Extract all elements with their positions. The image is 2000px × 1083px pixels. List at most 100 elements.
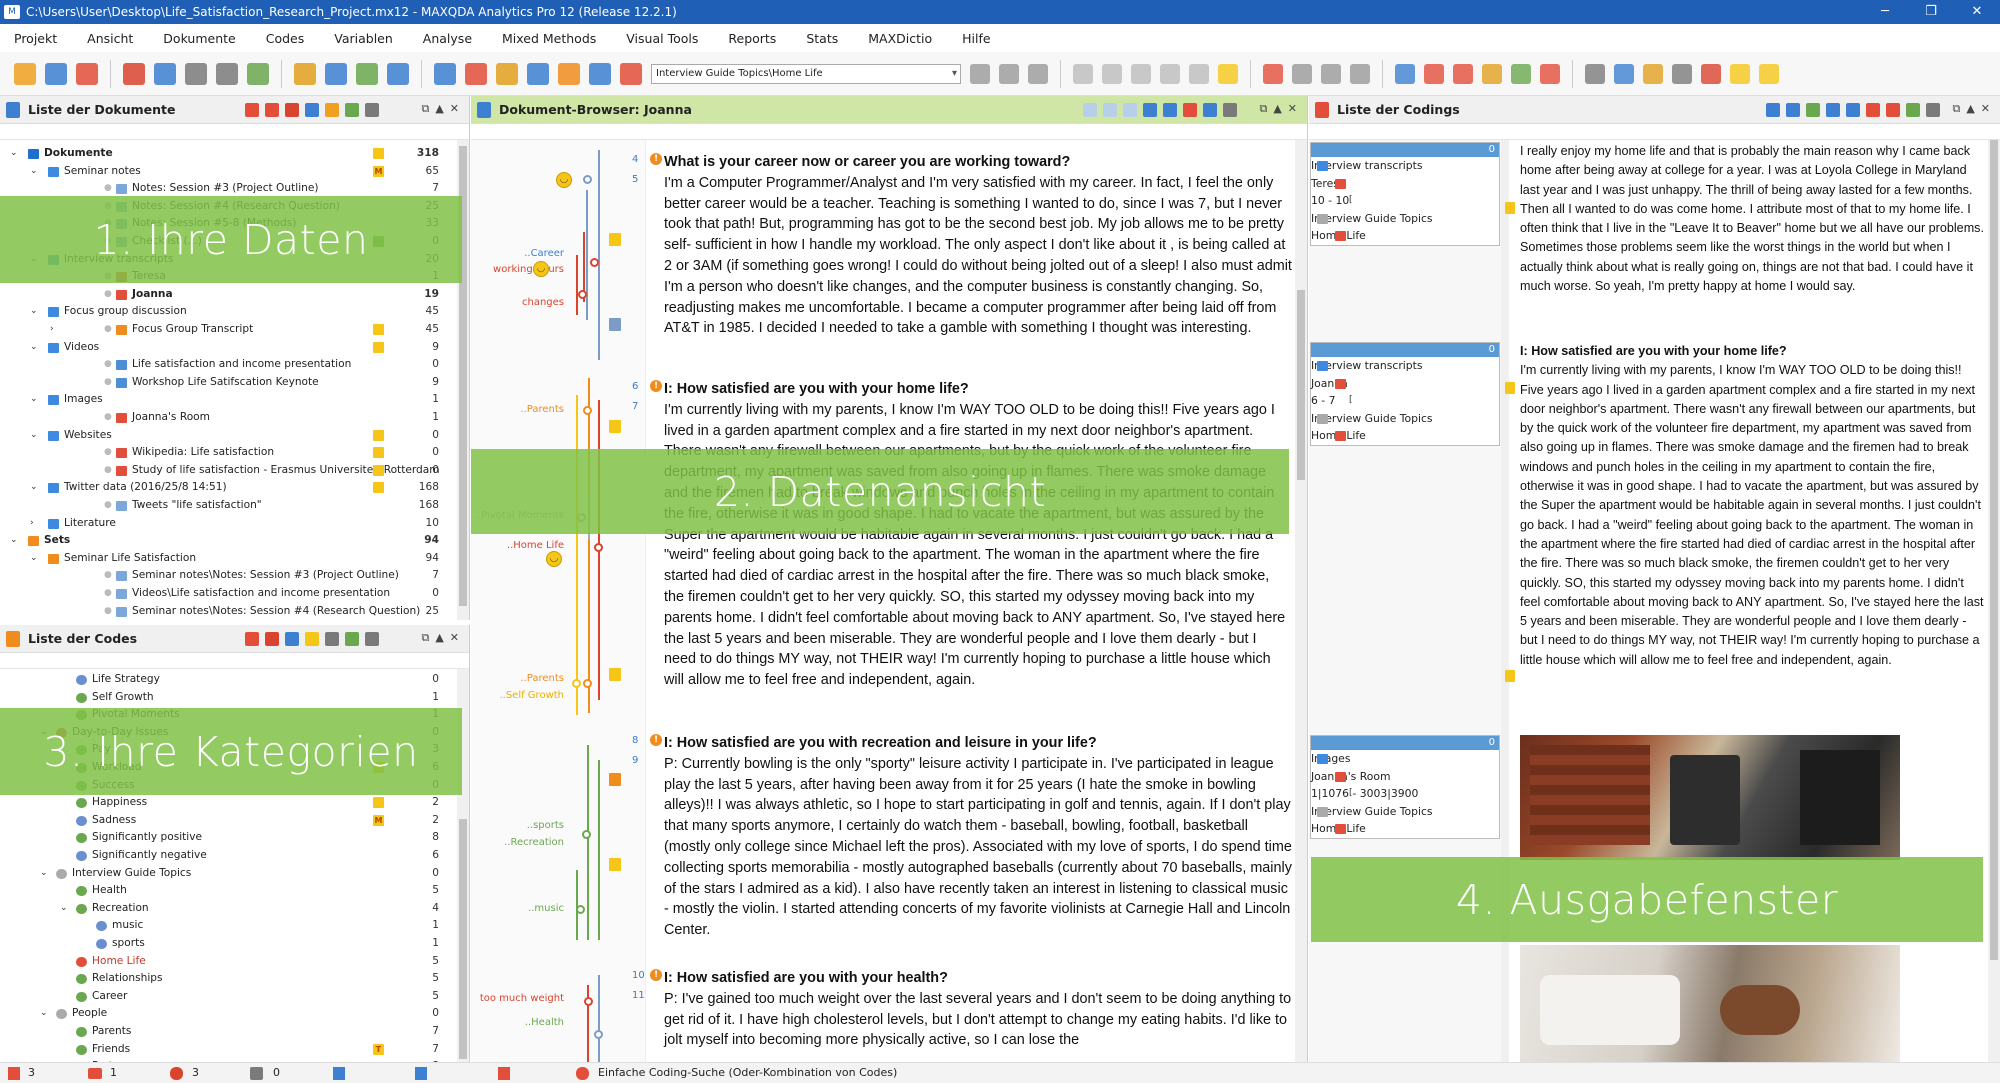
toolbar-icon-11[interactable] xyxy=(356,62,378,85)
code-tree-item[interactable]: sports 1 xyxy=(0,935,457,953)
page-icon[interactable] xyxy=(1123,103,1137,117)
codings-window-controls[interactable]: ⧉▲✕ xyxy=(1952,102,1996,116)
paragraph-memo-icon[interactable]: ! xyxy=(650,380,662,392)
toolbar-tool-icon-25[interactable] xyxy=(1730,63,1750,84)
code-stripe[interactable] xyxy=(587,745,589,940)
document-tree-item[interactable]: ⌄ Videos 9 xyxy=(0,339,457,357)
code-stripe-node[interactable] xyxy=(590,258,599,267)
code-memo-icon[interactable]: T xyxy=(373,1043,384,1055)
memo-icon[interactable] xyxy=(609,668,621,681)
code-stripe[interactable] xyxy=(598,150,600,360)
codings-search-icon[interactable] xyxy=(1926,103,1940,117)
code-tree-item[interactable]: Friends T 7 xyxy=(0,1041,457,1059)
code-memo-icon[interactable]: M xyxy=(373,814,384,826)
zoom-in-icon[interactable] xyxy=(1083,103,1097,117)
document-tree-item[interactable]: ⌄ Seminar Life Satisfaction 94 xyxy=(0,550,457,568)
document-browser-scrollbar[interactable] xyxy=(1295,140,1307,1062)
html-icon[interactable] xyxy=(1846,103,1860,117)
coding-origin-line[interactable]: Images xyxy=(1311,750,1499,768)
code-stripe-label[interactable]: ..Career xyxy=(524,248,564,259)
code-stripe[interactable] xyxy=(576,395,578,715)
expand-toggle-icon[interactable]: › xyxy=(30,515,34,533)
segment-memo-icon[interactable] xyxy=(1505,202,1515,214)
coding-origin-line[interactable]: Home Life xyxy=(1311,227,1499,245)
toolbar-icon-17[interactable] xyxy=(558,62,580,85)
document-tree-item[interactable]: ● Seminar notes\Notes: Session #4 (Resear… xyxy=(0,603,457,620)
toolbar-icon-6[interactable] xyxy=(185,62,207,85)
toolbar-icon-18[interactable] xyxy=(589,62,611,85)
toolbar-tool-icon-4[interactable] xyxy=(1073,63,1093,84)
segment-memo-icon[interactable] xyxy=(1505,670,1515,682)
toolbar-icon-1[interactable] xyxy=(14,62,36,85)
memo-icon[interactable] xyxy=(609,858,621,871)
code-tree-item[interactable]: ⌄ Recreation 4 xyxy=(0,900,457,918)
code-stripe[interactable] xyxy=(588,378,590,713)
code-matrix-icon[interactable] xyxy=(325,632,339,646)
coding-origin-box[interactable]: 0 Images Joanna's Room[1|1076 - 3003|3900 I… xyxy=(1310,735,1500,839)
coding-origin-line[interactable]: [10 - 10 xyxy=(1311,192,1499,210)
code-tree-item[interactable]: Self Growth 1 xyxy=(0,689,457,707)
code-stripe-label[interactable]: ..Home Life xyxy=(507,540,564,551)
code-stripe-label[interactable]: ..Recreation xyxy=(504,837,564,848)
document-tree-item[interactable]: ⌄ Twitter data (2016/25/8 14:51) 168 xyxy=(0,479,457,497)
word-icon[interactable] xyxy=(1826,103,1840,117)
expand-toggle-icon[interactable]: ⌄ xyxy=(40,1005,48,1023)
variables-icon[interactable] xyxy=(325,103,339,117)
toolbar-icon-13[interactable] xyxy=(434,62,456,85)
print-codings-icon[interactable] xyxy=(1786,103,1800,117)
zoom-out-icon[interactable] xyxy=(1103,103,1117,117)
document-tree-item[interactable]: ⌄ Sets 94 xyxy=(0,532,457,550)
document-tree-item[interactable]: ⌄ Seminar notes M 65 xyxy=(0,163,457,181)
expand-toggle-icon[interactable]: ⌄ xyxy=(40,865,48,883)
browser-window-controls[interactable]: ⧉▲✕ xyxy=(1259,102,1303,116)
code-stripe-label[interactable]: ..Self Growth xyxy=(499,690,564,701)
excel-icon[interactable] xyxy=(1806,103,1820,117)
activate-icon[interactable] xyxy=(285,103,299,117)
toolbar-icon-2[interactable] xyxy=(45,62,67,85)
code-tree-item[interactable]: Career 5 xyxy=(0,988,457,1006)
paragraph-memo-icon[interactable]: ! xyxy=(650,153,662,165)
toolbar-tool-icon-1[interactable] xyxy=(970,63,990,84)
document-tree-item[interactable]: ● Study of life satisfaction - Erasmus Un… xyxy=(0,462,457,480)
code-export-icon[interactable] xyxy=(345,632,359,646)
coding-origin-line[interactable]: [6 - 7 xyxy=(1311,392,1499,410)
coding-origin-line[interactable]: [1|1076 - 3003|3900 xyxy=(1311,785,1499,803)
toolbar-icon-8[interactable] xyxy=(247,62,269,85)
menu-visual-tools[interactable]: Visual Tools xyxy=(626,31,698,46)
coding-origin-line[interactable]: Home Life xyxy=(1311,427,1499,445)
code-set-icon[interactable] xyxy=(285,632,299,646)
document-tree-item[interactable]: ● Joanna's Room 1 xyxy=(0,409,457,427)
code-stripe-node[interactable] xyxy=(578,290,587,299)
toolbar-tool-icon-16[interactable] xyxy=(1453,63,1473,84)
toolbar-tool-icon-11[interactable] xyxy=(1292,63,1312,84)
toolbar-tool-icon-2[interactable] xyxy=(999,63,1019,84)
filter-icon[interactable] xyxy=(1886,103,1900,117)
expand-toggle-icon[interactable]: ⌄ xyxy=(60,900,68,918)
activate-code-icon[interactable] xyxy=(265,632,279,646)
toolbar-tool-icon-20[interactable] xyxy=(1585,63,1605,84)
toolbar-tool-icon-15[interactable] xyxy=(1424,63,1444,84)
menu-analyse[interactable]: Analyse xyxy=(423,31,472,46)
coding-origin-line[interactable]: Interview Guide Topics xyxy=(1311,410,1499,428)
edit-icon[interactable] xyxy=(1203,103,1217,117)
emoticon-icon[interactable]: ◡ xyxy=(546,551,562,567)
toolbar-tool-icon-6[interactable] xyxy=(1131,63,1151,84)
code-stripe-label[interactable]: ..Parents xyxy=(520,673,564,684)
toolbar-icon-3[interactable] xyxy=(76,62,98,85)
toolbar-tool-icon-12[interactable] xyxy=(1321,63,1341,84)
code-search-icon[interactable] xyxy=(365,632,379,646)
code-stripe-node[interactable] xyxy=(583,679,592,688)
code-stripe[interactable] xyxy=(598,975,600,1062)
coding-origin-line[interactable]: Interview Guide Topics xyxy=(1311,210,1499,228)
coding-origin-line[interactable]: Teresa xyxy=(1311,175,1499,193)
code-stripe-label[interactable]: working hours xyxy=(493,264,564,275)
paragraph-memo-icon[interactable]: ! xyxy=(650,969,662,981)
menu-codes[interactable]: Codes xyxy=(266,31,305,46)
toolbar-tool-icon-21[interactable] xyxy=(1614,63,1634,84)
toolbar-icon-9[interactable] xyxy=(294,62,316,85)
code-tree-item[interactable]: Significantly negative 6 xyxy=(0,847,457,865)
expand-toggle-icon[interactable]: ⌄ xyxy=(30,339,38,357)
code-stripe-node[interactable] xyxy=(572,679,581,688)
coding-origin-line[interactable]: Interview transcripts xyxy=(1311,157,1499,175)
memo-icon[interactable] xyxy=(373,341,384,353)
